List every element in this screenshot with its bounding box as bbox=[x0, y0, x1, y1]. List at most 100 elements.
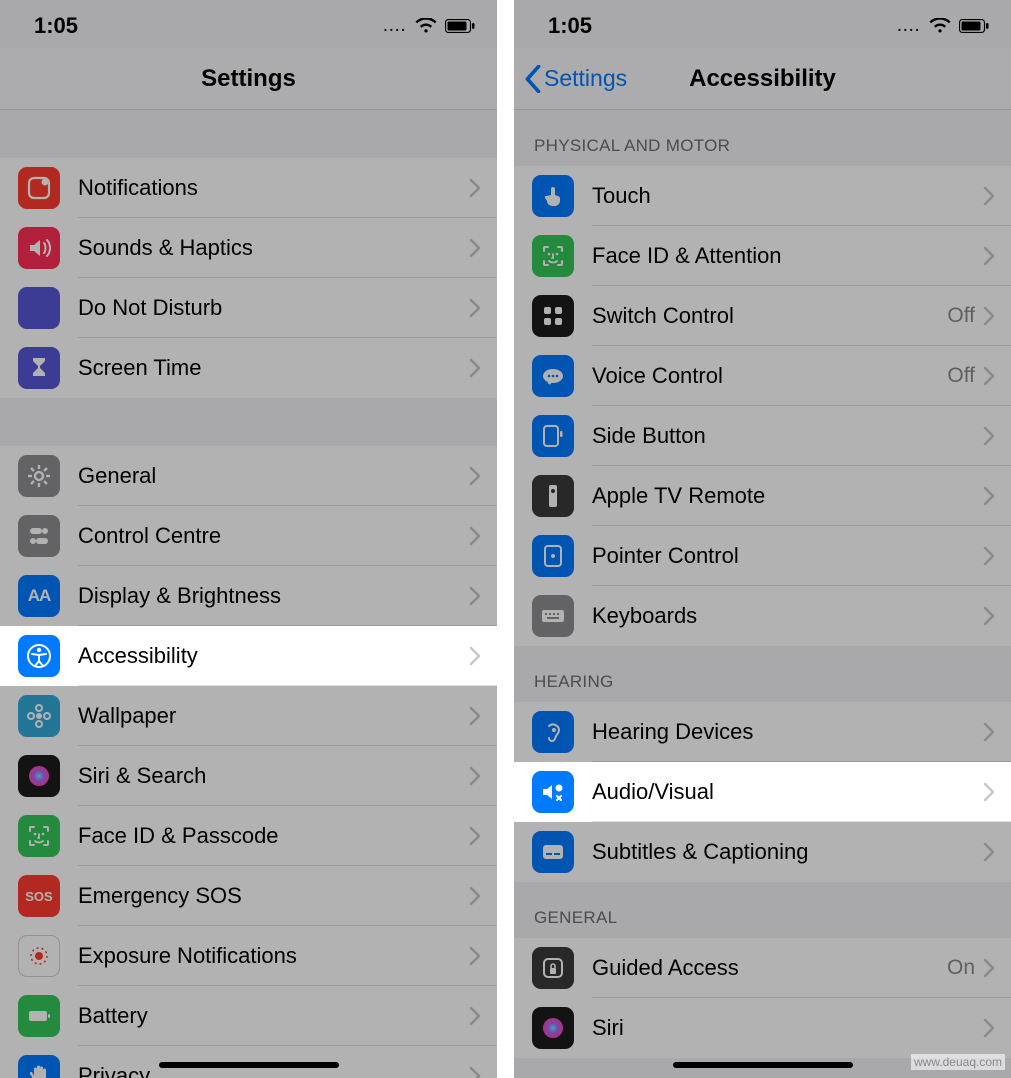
accessibility-icon bbox=[18, 635, 60, 677]
flower-icon bbox=[18, 695, 60, 737]
row-controlcentre[interactable]: Control Centre bbox=[0, 506, 497, 566]
chevron-right-icon bbox=[983, 722, 995, 742]
sos-icon: SOS bbox=[18, 875, 60, 917]
chevron-right-icon bbox=[469, 946, 481, 966]
row-label: Control Centre bbox=[78, 523, 469, 549]
chevron-right-icon bbox=[983, 546, 995, 566]
moon-icon bbox=[18, 287, 60, 329]
chevron-right-icon bbox=[469, 586, 481, 606]
back-button[interactable]: Settings bbox=[524, 48, 627, 109]
chevron-right-icon bbox=[469, 1066, 481, 1078]
chevron-right-icon bbox=[983, 606, 995, 626]
row-label: Notifications bbox=[78, 175, 469, 201]
row-pointer[interactable]: Pointer Control bbox=[514, 526, 1011, 586]
audiovisual-icon bbox=[532, 771, 574, 813]
section-header: GENERAL bbox=[514, 882, 1011, 938]
row-label: Hearing Devices bbox=[592, 719, 983, 745]
row-hearing[interactable]: Hearing Devices bbox=[514, 702, 1011, 762]
row-general[interactable]: General bbox=[0, 446, 497, 506]
row-sounds[interactable]: Sounds & Haptics bbox=[0, 218, 497, 278]
row-sidebutton[interactable]: Side Button bbox=[514, 406, 1011, 466]
row-appletv[interactable]: Apple TV Remote bbox=[514, 466, 1011, 526]
sounds-icon bbox=[18, 227, 60, 269]
row-label: Face ID & Passcode bbox=[78, 823, 469, 849]
home-indicator[interactable] bbox=[159, 1062, 339, 1068]
row-keyboards[interactable]: Keyboards bbox=[514, 586, 1011, 646]
chevron-right-icon bbox=[983, 186, 995, 206]
row-label: Wallpaper bbox=[78, 703, 469, 729]
row-exposure[interactable]: Exposure Notifications bbox=[0, 926, 497, 986]
settings-group: Notifications Sounds & Haptics Do Not Dist… bbox=[0, 158, 497, 398]
row-guided[interactable]: Guided AccessOn bbox=[514, 938, 1011, 998]
row-display[interactable]: AADisplay & Brightness bbox=[0, 566, 497, 626]
chevron-right-icon bbox=[469, 298, 481, 318]
row-label: Siri bbox=[592, 1015, 983, 1041]
row-notifications[interactable]: Notifications bbox=[0, 158, 497, 218]
siri-icon bbox=[18, 755, 60, 797]
row-screentime[interactable]: Screen Time bbox=[0, 338, 497, 398]
row-label: Switch Control bbox=[592, 303, 947, 329]
gear-icon bbox=[18, 455, 60, 497]
settings-group: General Control Centre AADisplay & Brightn… bbox=[0, 446, 497, 1078]
battery-status-icon bbox=[445, 19, 475, 33]
row-label: Touch bbox=[592, 183, 983, 209]
page-title: Accessibility bbox=[689, 65, 836, 93]
row-label: General bbox=[78, 463, 469, 489]
row-dnd[interactable]: Do Not Disturb bbox=[0, 278, 497, 338]
chevron-right-icon bbox=[469, 646, 481, 666]
settings-group: TouchFace ID & AttentionSwitch ControlOf… bbox=[514, 166, 1011, 646]
watermark: www.deuaq.com bbox=[911, 1054, 1005, 1070]
aa-icon: AA bbox=[18, 575, 60, 617]
chevron-right-icon bbox=[469, 238, 481, 258]
chevron-right-icon bbox=[469, 826, 481, 846]
row-subtitles[interactable]: Subtitles & Captioning bbox=[514, 822, 1011, 882]
switches-icon bbox=[18, 515, 60, 557]
sidebutton-icon bbox=[532, 415, 574, 457]
row-faceid[interactable]: Face ID & Passcode bbox=[0, 806, 497, 866]
home-indicator[interactable] bbox=[673, 1062, 853, 1068]
status-time: 1:05 bbox=[34, 13, 78, 39]
row-label: Screen Time bbox=[78, 355, 469, 381]
row-value: Off bbox=[947, 364, 975, 388]
hourglass-icon bbox=[18, 347, 60, 389]
row-label: Sounds & Haptics bbox=[78, 235, 469, 261]
row-audiovisual[interactable]: Audio/Visual bbox=[514, 762, 1011, 822]
chevron-right-icon bbox=[469, 886, 481, 906]
row-faceid-att[interactable]: Face ID & Attention bbox=[514, 226, 1011, 286]
row-sos[interactable]: SOSEmergency SOS bbox=[0, 866, 497, 926]
exposure-icon bbox=[18, 935, 60, 977]
chevron-right-icon bbox=[983, 958, 995, 978]
row-siri2[interactable]: Siri bbox=[514, 998, 1011, 1058]
faceid-icon bbox=[532, 235, 574, 277]
row-voicecontrol[interactable]: Voice ControlOff bbox=[514, 346, 1011, 406]
row-label: Guided Access bbox=[592, 955, 947, 981]
remote-icon bbox=[532, 475, 574, 517]
row-wallpaper[interactable]: Wallpaper bbox=[0, 686, 497, 746]
chevron-right-icon bbox=[469, 706, 481, 726]
row-label: Keyboards bbox=[592, 603, 983, 629]
chevron-right-icon bbox=[469, 466, 481, 486]
status-bar: 1:05 .... bbox=[514, 0, 1011, 48]
section-gap bbox=[0, 110, 497, 158]
switchctl-icon bbox=[532, 295, 574, 337]
hand-icon bbox=[18, 1055, 60, 1078]
row-siri[interactable]: Siri & Search bbox=[0, 746, 497, 806]
lock-icon bbox=[532, 947, 574, 989]
row-label: Accessibility bbox=[78, 643, 469, 669]
row-accessibility[interactable]: Accessibility bbox=[0, 626, 497, 686]
chevron-right-icon bbox=[983, 486, 995, 506]
row-label: Voice Control bbox=[592, 363, 947, 389]
ear-icon bbox=[532, 711, 574, 753]
wifi-icon bbox=[929, 18, 951, 34]
row-value: Off bbox=[947, 304, 975, 328]
section-header: PHYSICAL AND MOTOR bbox=[514, 110, 1011, 166]
touch-icon bbox=[532, 175, 574, 217]
row-touch[interactable]: Touch bbox=[514, 166, 1011, 226]
nav-header: Settings Accessibility bbox=[514, 48, 1011, 110]
row-label: Do Not Disturb bbox=[78, 295, 469, 321]
page-title: Settings bbox=[201, 65, 296, 93]
separator bbox=[592, 821, 1011, 822]
row-switchcontrol[interactable]: Switch ControlOff bbox=[514, 286, 1011, 346]
notifications-icon bbox=[18, 167, 60, 209]
row-battery[interactable]: Battery bbox=[0, 986, 497, 1046]
